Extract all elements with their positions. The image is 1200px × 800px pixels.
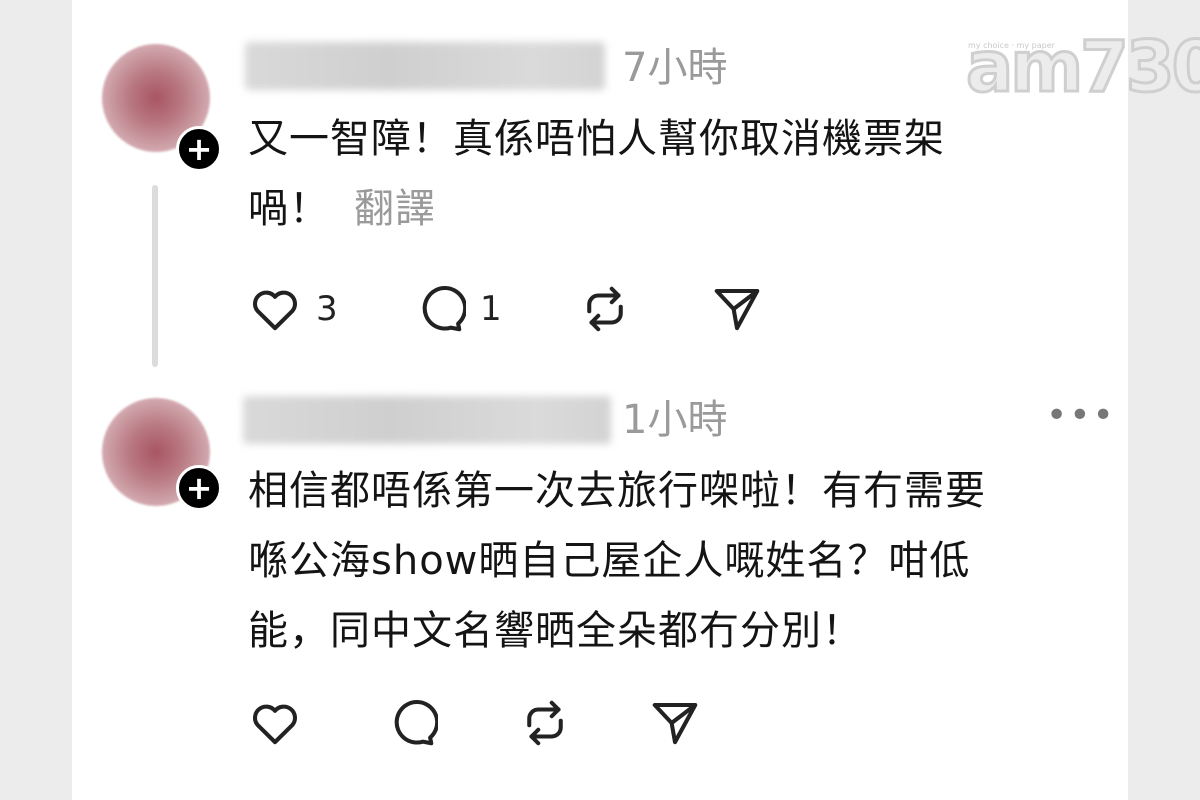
repost-button[interactable]	[578, 282, 632, 336]
repost-button[interactable]	[518, 696, 572, 750]
like-button[interactable]: 3	[248, 282, 338, 336]
reply-button[interactable]	[384, 696, 438, 750]
watermark-logo: am730	[964, 26, 1200, 108]
send-icon	[714, 288, 760, 331]
avatar[interactable]: +	[102, 398, 222, 511]
avatar[interactable]: +	[102, 44, 222, 172]
comment-text-line: 喎！	[248, 186, 330, 232]
comment-text-line: 相信都唔係第一次去旅行㗎啦！有冇需要	[248, 468, 986, 514]
reply-count: 1	[480, 289, 502, 329]
comment-bubble-icon	[394, 700, 438, 746]
share-button[interactable]	[710, 282, 764, 336]
heart-icon	[253, 290, 297, 331]
comment-text: 又一智障！真係唔怕人幫你取消機票架 喎！ 翻譯	[248, 104, 945, 244]
repost-icon	[527, 700, 563, 746]
like-button[interactable]	[248, 696, 302, 750]
like-count: 3	[316, 289, 338, 329]
comment-text-line: 又一智障！真係唔怕人幫你取消機票架	[248, 116, 945, 162]
follow-plus-icon[interactable]: +	[176, 465, 222, 511]
comment-text: 相信都唔係第一次去旅行㗎啦！有冇需要 喺公海show晒自己屋企人嘅姓名？咁低 能…	[248, 456, 986, 666]
heart-icon	[253, 704, 297, 745]
comment-text-line: 能，同中文名響晒全朵都冇分別！	[248, 608, 863, 654]
comment-bubble-icon	[422, 286, 466, 332]
timestamp: 1小時	[622, 397, 728, 443]
reply-button[interactable]: 1	[412, 282, 502, 336]
username-blurred[interactable]	[243, 396, 611, 444]
share-button[interactable]	[648, 696, 702, 750]
comment-text-line: 喺公海show晒自己屋企人嘅姓名？咁低	[248, 538, 971, 584]
more-options-icon[interactable]: •••	[1046, 398, 1116, 434]
repost-icon	[587, 286, 623, 332]
send-icon	[652, 702, 698, 745]
follow-plus-icon[interactable]: +	[176, 126, 222, 172]
comment-text-line-2: 喎！ 翻譯	[248, 174, 945, 244]
translate-link[interactable]: 翻譯	[354, 186, 436, 232]
thread-line	[152, 185, 158, 367]
timestamp: 7小時	[622, 45, 728, 91]
username-blurred[interactable]	[245, 42, 605, 90]
